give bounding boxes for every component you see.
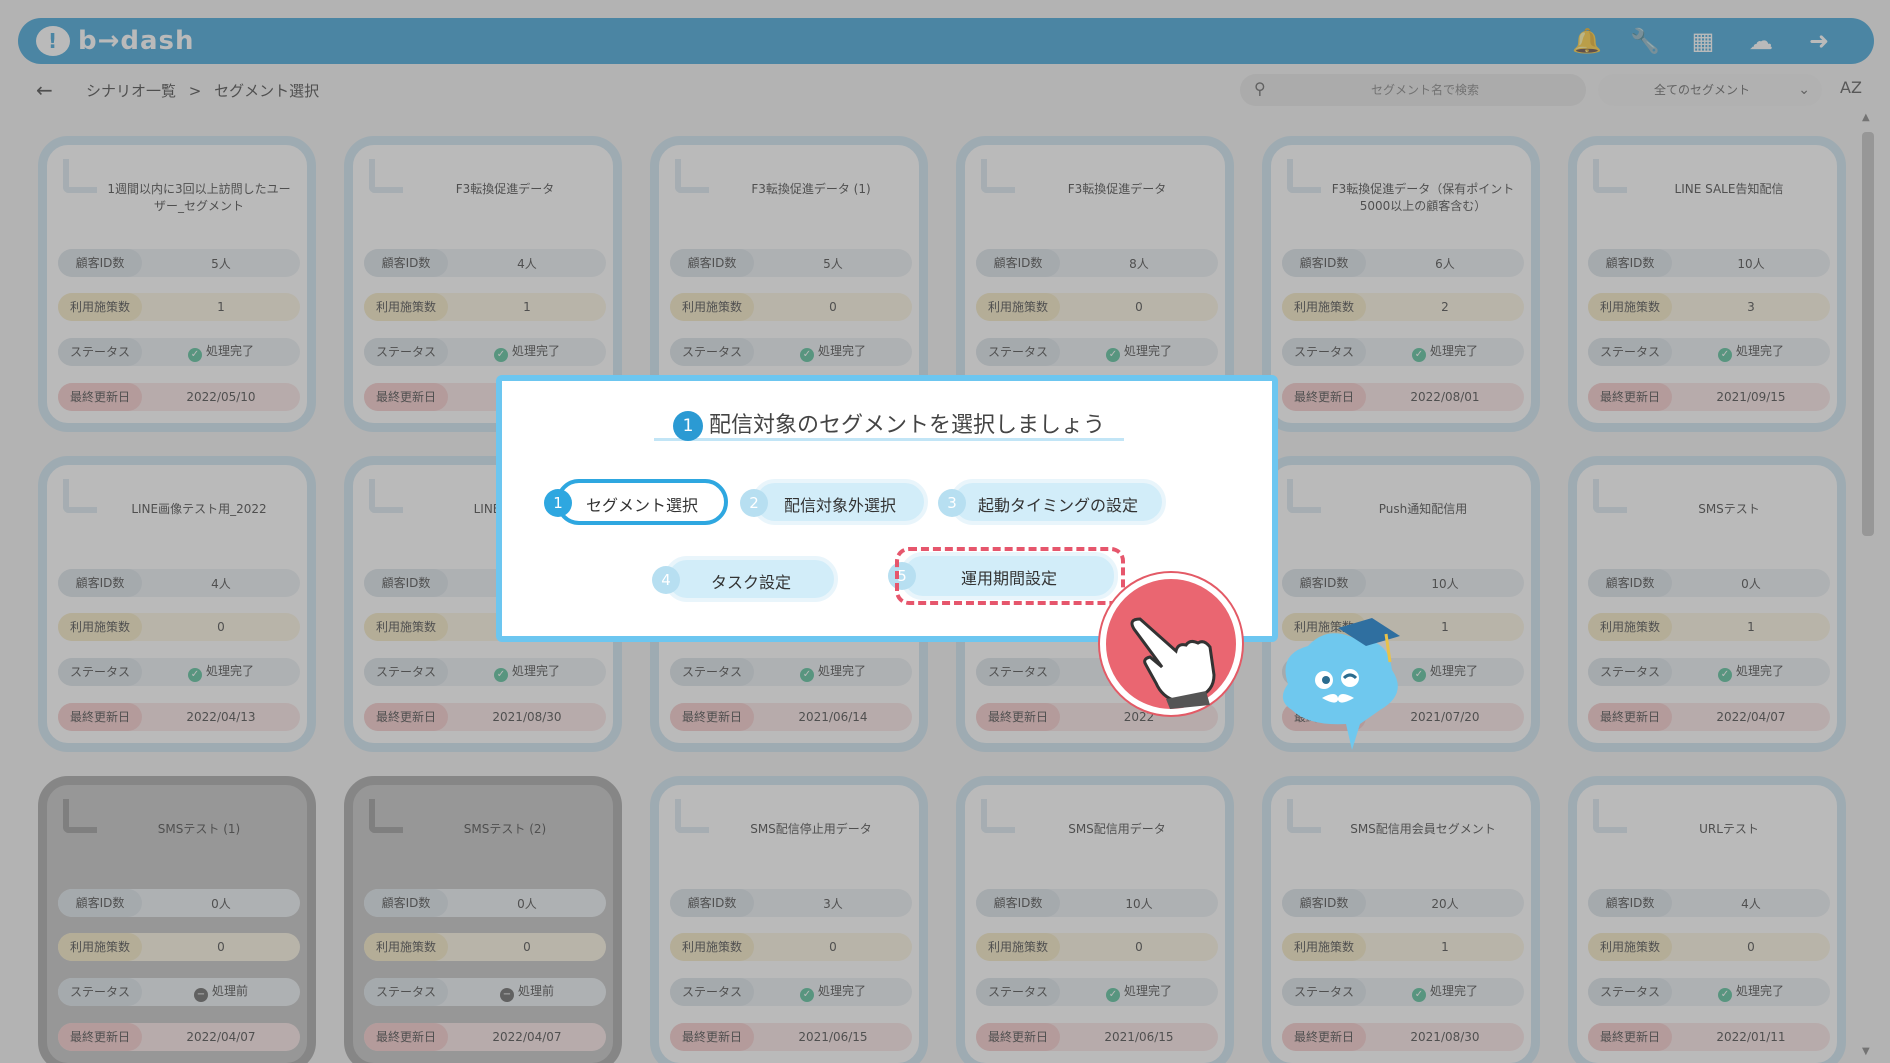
mascot-svg xyxy=(1282,618,1400,750)
step-trigger-timing[interactable]: 3 起動タイミングの設定 xyxy=(938,479,1166,525)
pointing-hand-icon xyxy=(1100,573,1242,715)
step-task-setting[interactable]: 4 タスク設定 xyxy=(652,556,838,602)
modal-title: 1 配信対象のセグメントを選択しましょう xyxy=(654,411,1124,441)
step-label: 起動タイミングの設定 xyxy=(977,496,1138,515)
mascot-icon xyxy=(1268,614,1408,754)
modal-title-number: 1 xyxy=(672,411,703,441)
step-number: 3 xyxy=(938,489,966,517)
step-segment-select[interactable]: 1 セグメント選択 xyxy=(544,479,728,525)
pointing-hand-svg xyxy=(1130,617,1216,709)
step-exclude-select[interactable]: 2 配信対象外選択 xyxy=(740,479,928,525)
step-number: 1 xyxy=(544,489,572,517)
modal-title-text: 配信対象のセグメントを選択しましょう xyxy=(708,413,1105,438)
highlight-dashed-frame xyxy=(895,547,1125,605)
step-number: 4 xyxy=(652,566,680,594)
step-label: セグメント選択 xyxy=(585,496,698,515)
step-number: 2 xyxy=(740,489,768,517)
step-label: タスク設定 xyxy=(710,573,791,592)
step-label: 配信対象外選択 xyxy=(783,496,896,515)
